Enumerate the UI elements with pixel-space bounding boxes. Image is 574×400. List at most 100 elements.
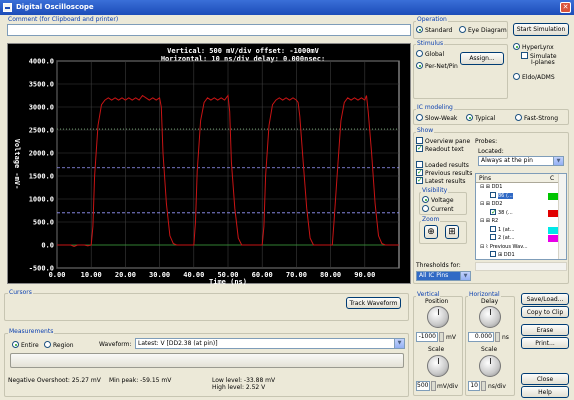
save-load-button[interactable]: Save/Load... (521, 293, 569, 305)
voltage-radio[interactable]: Voltage (422, 196, 454, 204)
region-radio[interactable]: Region (44, 341, 74, 349)
start-simulation-button[interactable]: Start Simulation (513, 23, 569, 36)
global-radio-dot[interactable] (416, 50, 423, 57)
comment-input[interactable] (7, 24, 411, 36)
horizontal-scale-spinner[interactable] (481, 381, 486, 391)
y-tick-label: 0.0 (41, 242, 54, 250)
chevron-down-icon[interactable]: ▼ (460, 272, 470, 280)
delay-knob[interactable] (479, 306, 501, 328)
loaded-results-checkbox[interactable]: Loaded results (416, 161, 469, 169)
voltage-radio-dot[interactable] (422, 196, 429, 203)
eldo-radio-dot[interactable] (513, 73, 520, 80)
probe-label: 1 (at... (498, 226, 515, 233)
probe-color-swatch[interactable] (548, 226, 558, 234)
c-column-header[interactable]: C (550, 175, 554, 182)
slow-weak-radio[interactable]: Slow-Weak (416, 114, 457, 122)
erase-button[interactable]: Erase (521, 324, 569, 336)
previous-results-checkbox[interactable]: Previous results (416, 168, 472, 177)
latest-results-checkbox[interactable]: Latest results (416, 176, 466, 185)
delay-input[interactable]: 0.000 (468, 332, 494, 342)
readout-box[interactable] (416, 144, 423, 152)
overview-box[interactable] (416, 137, 423, 144)
loaded-results-box[interactable] (416, 161, 423, 168)
fast-strong-radio-dot[interactable] (515, 114, 522, 121)
per-net-radio[interactable]: Per-Net/Pin (416, 62, 458, 70)
probe-tree[interactable]: Pins C ⊟ ⊞ DD186 (...⊟ ⊞ DD238 (...⊟ ⊞ R… (475, 173, 567, 260)
previous-results-box[interactable] (416, 168, 423, 176)
probe-checkbox[interactable] (490, 191, 496, 198)
region-radio-dot[interactable] (44, 341, 51, 348)
waveform-plot: Vertical: 500 mV/div offset: -1000mVHori… (13, 47, 400, 286)
typical-radio[interactable]: Typical (466, 114, 495, 122)
standard-radio[interactable]: Standard (416, 26, 452, 34)
hyperlynx-radio-dot[interactable] (513, 43, 520, 50)
copy-to-clip-button[interactable]: Copy to Clip (521, 306, 569, 318)
waveform-select[interactable]: Latest: V [DD2.38 (at pin)] ▼ (135, 338, 405, 349)
global-radio[interactable]: Global (416, 50, 444, 58)
standard-radio-dot[interactable] (416, 26, 423, 33)
scope-header-horizontal: Horizontal: 10 ns/div delay: 0.000nsec: (161, 55, 325, 63)
close-button[interactable]: Close (521, 373, 569, 385)
zoom-in-icon[interactable]: ⊕ (424, 225, 438, 239)
hyperlynx-radio[interactable]: HyperLynx (513, 43, 554, 51)
chevron-down-icon[interactable]: ▼ (394, 339, 404, 348)
pins-column-header[interactable]: Pins (479, 175, 491, 182)
horizontal-scale-input[interactable]: 10 (468, 381, 480, 391)
probe-tree-row[interactable]: ⊞ DD1 (476, 251, 566, 259)
probe-checkbox[interactable] (490, 234, 496, 240)
overview-checkbox[interactable]: Overview pane (416, 137, 470, 145)
eye-diagram-radio-dot[interactable] (459, 26, 466, 33)
probes-title: Probes: (475, 138, 498, 145)
track-waveform-button[interactable]: Track Waveform (346, 297, 401, 309)
horizontal-scale-knob[interactable] (479, 355, 501, 377)
probe-checkbox[interactable] (490, 251, 496, 257)
close-window-icon[interactable]: ✕ (560, 2, 571, 13)
vertical-scale-input[interactable]: 500 (416, 381, 430, 391)
probe-tree-row[interactable]: ⊟ ⊞ DD2 (476, 200, 566, 209)
probe-tree-hscrollbar[interactable] (475, 262, 567, 271)
vertical-scale-spinner[interactable] (431, 381, 436, 391)
current-radio-dot[interactable] (422, 205, 429, 212)
entire-radio-dot[interactable] (12, 341, 19, 348)
delay-label: Delay (481, 298, 499, 305)
vertical-scale-knob[interactable] (427, 355, 449, 377)
delay-spinner[interactable] (495, 332, 500, 342)
y-tick-label: 500.0 (33, 219, 54, 227)
fast-strong-label: Fast-Strong (524, 115, 558, 122)
latest-results-box[interactable] (416, 176, 423, 184)
probe-tree-row[interactable]: ⊟ ⊞ R2 (476, 217, 566, 226)
position-spinner[interactable] (439, 332, 444, 342)
probe-tree-row[interactable]: 38 (... (476, 208, 566, 218)
help-button[interactable]: Help (521, 386, 569, 398)
position-input[interactable]: -1000 (416, 332, 438, 342)
entire-radio[interactable]: Entire (12, 341, 39, 349)
probe-color-swatch[interactable] (548, 192, 558, 200)
current-radio[interactable]: Current (422, 205, 454, 213)
probe-color-swatch[interactable] (548, 209, 558, 217)
slow-weak-radio-dot[interactable] (416, 114, 423, 121)
probe-tree-row[interactable]: ⊟ ⌇ Previous Wav... (476, 243, 566, 252)
probe-tree-row[interactable]: ⊟ ⊞ DD1 (476, 183, 566, 192)
thresholds-select[interactable]: All IC Pins ▼ (416, 271, 471, 281)
located-select[interactable]: Always at the pin ▼ (478, 156, 564, 166)
probe-checkbox[interactable] (490, 225, 496, 232)
assign-button[interactable]: Assign... (460, 52, 504, 65)
eye-diagram-radio[interactable]: Eye Diagram (459, 26, 507, 34)
y-tick-label: 3500.0 (29, 81, 54, 89)
probe-color-swatch[interactable] (548, 235, 558, 242)
probe-checkbox[interactable] (490, 208, 497, 216)
simulate-planes-box[interactable] (521, 52, 528, 59)
chevron-down-icon[interactable]: ▼ (553, 157, 563, 165)
typical-radio-dot[interactable] (466, 114, 473, 121)
position-knob[interactable] (427, 306, 449, 328)
zoom-fit-icon[interactable]: ⊞ (445, 225, 459, 239)
per-net-radio-dot[interactable] (416, 62, 423, 69)
eldo-radio[interactable]: Eldo/ADMS (513, 73, 555, 81)
probe-tree-scrollbar[interactable] (558, 174, 566, 259)
readout-checkbox[interactable]: Readout text (416, 144, 464, 153)
print-button[interactable]: Print... (521, 337, 569, 349)
fast-strong-radio[interactable]: Fast-Strong (515, 114, 558, 122)
probe-tree-row[interactable]: 2 (at... (476, 234, 566, 243)
probe-tree-row[interactable]: 86 (... (476, 191, 566, 201)
probe-tree-row[interactable]: 1 (at... (476, 225, 566, 235)
